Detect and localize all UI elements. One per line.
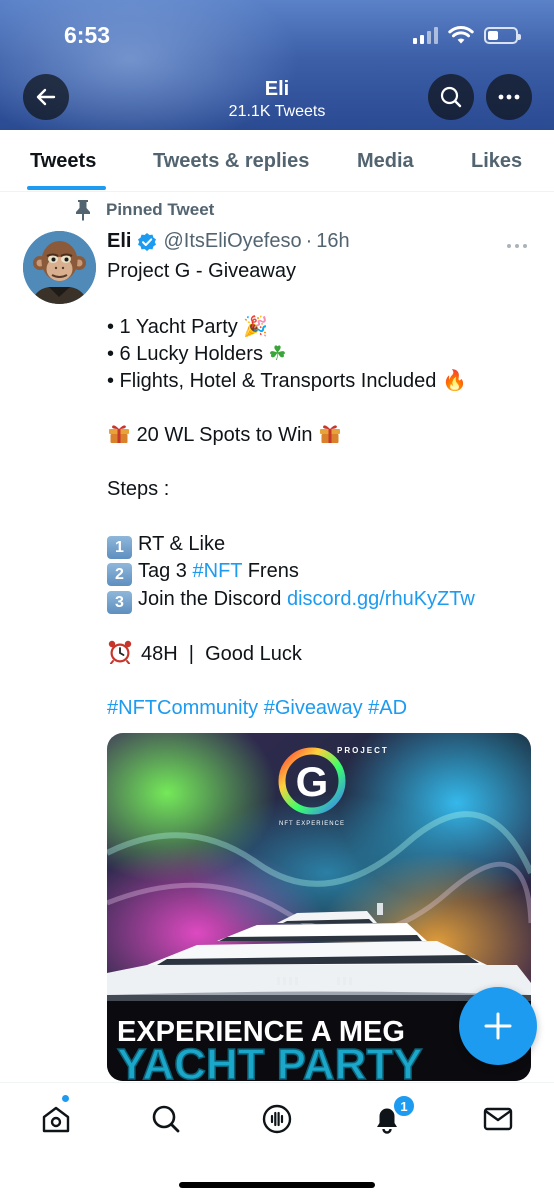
mail-icon (483, 1107, 513, 1131)
verified-badge-icon (137, 232, 157, 252)
more-horizontal-icon (498, 94, 520, 100)
nav-messages[interactable] (480, 1101, 516, 1137)
home-new-dot (61, 1094, 70, 1103)
more-horizontal-icon (507, 244, 527, 248)
search-icon (152, 1105, 180, 1133)
tweet-line: 48H | Good Luck (107, 640, 537, 667)
tweet-line: 1 RT & Like (107, 531, 537, 559)
shamrock-icon: ☘ (268, 340, 287, 365)
tab-likes[interactable]: Likes (471, 150, 522, 173)
poster-headline-2: YACHT PARTY (117, 1040, 423, 1081)
more-options-button[interactable] (486, 74, 532, 120)
pinned-tweet-row: Pinned Tweet (74, 199, 214, 221)
tweet-line: Project G - Giveaway (107, 260, 296, 282)
tweet-more-button[interactable] (506, 232, 528, 255)
tab-media[interactable]: Media (357, 150, 414, 173)
home-icon (42, 1106, 70, 1133)
tweet-line: 20 WL Spots to Win (107, 422, 537, 449)
tweet-line: • 6 Lucky Holders ☘ (107, 340, 287, 365)
tweet-author-name[interactable]: Eli (107, 230, 131, 253)
search-button[interactable] (428, 74, 474, 120)
tweet-line: • 1 Yacht Party 🎉 (107, 313, 269, 338)
profile-header: 6:53 Eli 21.1K Tweets (0, 0, 554, 130)
hashtags-link[interactable]: #NFTCommunity #Giveaway #AD (107, 695, 537, 722)
alarm-clock-icon (108, 640, 132, 665)
nav-home[interactable] (38, 1101, 74, 1137)
keycap-one-icon: 1 (107, 535, 132, 559)
logo-subtitle: NFT EXPERIENCE (279, 821, 345, 827)
compose-tweet-button[interactable] (459, 987, 537, 1065)
gift-icon (320, 425, 341, 443)
active-tab-indicator (27, 186, 106, 190)
keycap-two-icon: 2 (107, 563, 132, 587)
tweet-line: 2 Tag 3 #NFT Frens (107, 558, 537, 587)
status-time: 6:53 (64, 22, 111, 48)
tweet-line: Steps : (107, 478, 170, 501)
cellular-signal-icon (413, 27, 438, 44)
gift-icon (109, 425, 129, 443)
avatar[interactable] (23, 231, 96, 304)
tweet-handle[interactable]: @ItsEliOyefeso (163, 230, 301, 253)
tweet-time[interactable]: 16h (316, 230, 349, 253)
search-icon (440, 86, 462, 108)
fire-icon: 🔥 (441, 368, 467, 393)
wifi-icon (448, 26, 474, 44)
meta-separator: · (305, 230, 313, 252)
logo-letter: G (296, 758, 329, 805)
keycap-three-icon: 3 (107, 590, 132, 614)
tab-tweets-replies[interactable]: Tweets & replies (153, 150, 309, 173)
party-popper-icon: 🎉 (243, 313, 269, 338)
tweet-text: Project G - Giveaway • 1 Yacht Party 🎉 •… (107, 258, 537, 722)
tweet-line: • Flights, Hotel & Transports Included 🔥 (107, 368, 467, 393)
logo-ring-text: PROJECT (337, 746, 389, 755)
battery-icon (484, 27, 521, 44)
pin-icon (76, 200, 90, 221)
notification-count-badge: 1 (393, 1095, 415, 1117)
ape-avatar-image (23, 231, 96, 304)
status-icons (413, 26, 521, 45)
home-indicator (179, 1182, 375, 1188)
spaces-microphone-icon (262, 1104, 292, 1134)
tweet-header: Eli @ItsEliOyefeso · 16h (107, 230, 350, 253)
plus-icon (484, 1012, 512, 1040)
nav-explore[interactable] (148, 1101, 184, 1137)
pinned-tweet-label: Pinned Tweet (106, 200, 215, 219)
tab-tweets[interactable]: Tweets (30, 150, 96, 173)
hashtag-link[interactable]: #NFT (193, 560, 243, 582)
discord-link[interactable]: discord.gg/rhuKyZTw (287, 588, 475, 610)
profile-tabs: Tweets Tweets & replies Media Likes (0, 130, 554, 192)
tweet-line: 3 Join the Discord discord.gg/rhuKyZTw (107, 586, 537, 614)
nav-spaces[interactable] (259, 1101, 295, 1137)
